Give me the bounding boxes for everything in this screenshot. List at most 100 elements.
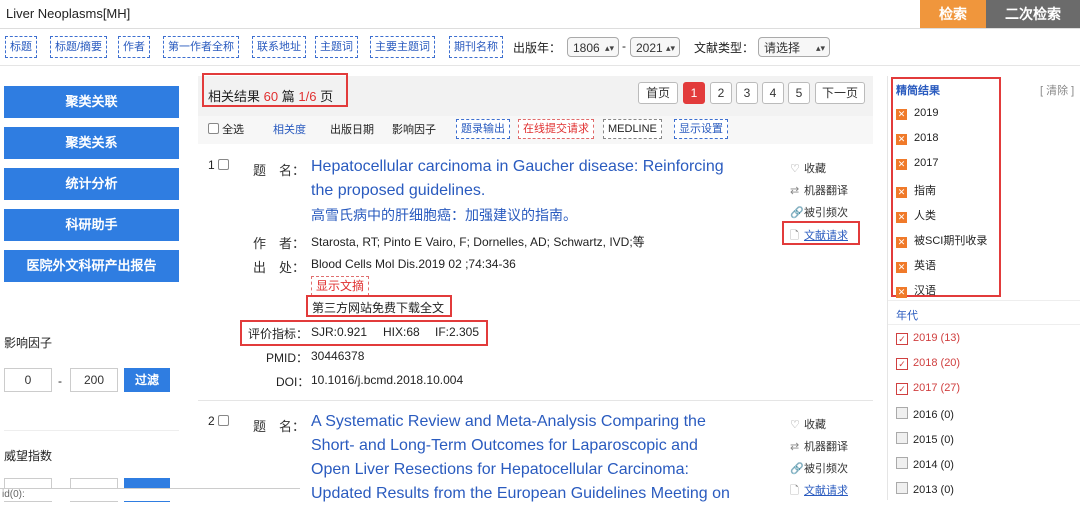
checkbox-checked[interactable]: ✓ [896,333,908,345]
remove-icon[interactable]: ✕ [896,237,907,248]
checkbox[interactable] [208,123,219,134]
checkbox[interactable] [896,482,908,494]
status-bar: id(0): [0,488,300,501]
field-tag-major-subject[interactable]: 主要主题词 [370,36,435,58]
sort-pubdate[interactable]: 出版日期 [330,121,374,137]
author-label: 作 者： [253,236,306,251]
favorite-action[interactable]: ♡ 收藏 [790,160,826,176]
remove-icon[interactable]: ✕ [896,159,907,170]
sort-impact[interactable]: 影响因子 [392,121,436,137]
field-tag-subject[interactable]: 主题词 [315,36,358,58]
checkbox[interactable] [896,407,908,419]
field-tag-title-abstract[interactable]: 标题/摘要 [50,36,108,58]
field-tag-address[interactable]: 联系地址 [252,36,306,58]
hix-value: HIX:68 [383,325,420,339]
prestige-index-label: 威望指数 [4,449,53,463]
document-request-link[interactable]: 🗋 文献请求 [790,227,848,246]
research-assistant-button[interactable]: 科研助手 [4,209,179,241]
year-to-select[interactable]: 2021 ▴▾ [630,37,680,57]
remove-icon[interactable]: ✕ [896,262,907,273]
remove-icon[interactable]: ✕ [896,109,907,120]
translate-action[interactable]: ⇄ 机器翻译 [790,182,848,198]
pmid-label: PMID： [266,351,309,365]
pager-page-5[interactable]: 5 [788,82,810,104]
year-filter-2013[interactable]: 2013 (0) [896,482,954,496]
sort-relevance[interactable]: 相关度 [273,121,306,137]
pager-page-4[interactable]: 4 [762,82,784,104]
refine-item-sci[interactable]: ✕ 被SCI期刊收录 [896,232,987,248]
checkbox[interactable] [896,432,908,444]
search-query-input[interactable]: Liver Neoplasms[MH] [6,6,130,21]
checkbox-checked[interactable]: ✓ [896,358,908,370]
pager-first[interactable]: 首页 [638,82,678,104]
translate-action[interactable]: ⇄ 机器翻译 [790,438,848,454]
year-filter-2016[interactable]: 2016 (0) [896,407,954,421]
refine-item-2018[interactable]: ✕ 2018 [896,132,938,145]
submit-request-button[interactable]: 在线提交请求 [518,119,594,139]
secondary-search-button[interactable]: 二次检索 [986,0,1080,28]
year-range-dash: - [622,39,626,53]
checkbox[interactable] [218,415,230,426]
clear-filters-link[interactable]: [ 清除 ] [1040,82,1074,98]
pager-page-3[interactable]: 3 [736,82,758,104]
record-1-number[interactable]: 1 [208,158,230,172]
document-request-link[interactable]: 🗋 文献请求 [790,482,848,501]
refine-item-2017[interactable]: ✕ 2017 [896,157,938,170]
cluster-association-button[interactable]: 聚类关联 [4,86,179,118]
checkbox[interactable] [896,457,908,469]
refine-item-2019[interactable]: ✕ 2019 [896,107,938,120]
field-tag-first-author[interactable]: 第一作者全称 [163,36,239,58]
favorite-action[interactable]: ♡ 收藏 [790,416,826,432]
year-filter-2019[interactable]: ✓ 2019 (13) [896,332,960,345]
year-filter-2018[interactable]: ✓ 2018 (20) [896,357,960,370]
record-1-title[interactable]: Hepatocellular carcinoma in Gaucher dise… [311,155,751,227]
show-abstract-button[interactable]: 显示文摘 [311,276,370,296]
statistics-button[interactable]: 统计分析 [4,168,179,200]
swap-icon: ⇄ [790,441,800,453]
export-button[interactable]: 题录输出 [456,119,510,139]
record-2-title[interactable]: A Systematic Review and Meta-Analysis Co… [311,410,751,506]
remove-icon[interactable]: ✕ [896,134,907,145]
record-1-doi[interactable]: 10.1016/j.bcmd.2018.10.004 [311,373,463,387]
if-value: IF:2.305 [435,325,480,339]
cluster-relation-button[interactable]: 聚类关系 [4,127,179,159]
type-select[interactable]: 请选择 ▴▾ [758,37,830,57]
display-settings-button[interactable]: 显示设置 [674,119,728,139]
field-tag-author[interactable]: 作者 [118,36,150,58]
year-from-select[interactable]: 1806 ▴▾ [567,37,619,57]
year-filter-2015[interactable]: 2015 (0) [896,432,954,446]
record-2-number[interactable]: 2 [208,414,230,428]
refine-item-chinese[interactable]: ✕ 汉语 [896,282,936,298]
remove-icon[interactable]: ✕ [896,287,907,298]
field-tag-journal[interactable]: 期刊名称 [449,36,503,58]
cited-action[interactable]: 🔗被引频次 [790,204,848,220]
checkbox[interactable] [218,159,230,170]
swap-icon: ⇄ [790,185,800,197]
hospital-report-button[interactable]: 医院外文科研产出报告 [4,250,179,282]
cited-action[interactable]: 🔗被引频次 [790,460,848,476]
field-tag-title[interactable]: 标题 [5,36,37,58]
heart-icon: ♡ [790,163,800,175]
pager-page-2[interactable]: 2 [710,82,732,104]
search-button[interactable]: 检索 [920,0,986,28]
pager-page-1[interactable]: 1 [683,82,705,104]
metrics-label: 评价指标： [248,327,309,341]
remove-icon[interactable]: ✕ [896,187,907,198]
pager-next[interactable]: 下一页 [815,82,865,104]
refine-item-english[interactable]: ✕ 英语 [896,257,936,273]
filter-button[interactable]: 过滤 [124,368,170,392]
year-filter-2014[interactable]: 2014 (0) [896,457,954,471]
free-download-link[interactable]: 第三方网站免费下载全文 [306,295,452,317]
refine-item-human[interactable]: ✕ 人类 [896,207,936,223]
refine-item-guideline[interactable]: ✕ 指南 [896,182,936,198]
field-bar: 标题 标题/摘要 作者 第一作者全称 联系地址 主题词 主要主题词 期刊名称 出… [0,29,1080,66]
medline-button[interactable]: MEDLINE [603,119,662,139]
divider [888,300,1080,301]
year-filter-2017[interactable]: ✓ 2017 (27) [896,382,960,395]
updown-icon: ▴▾ [604,43,614,53]
impact-max-input[interactable]: 200 [70,368,118,392]
select-all[interactable]: 全选 [208,121,244,137]
checkbox-checked[interactable]: ✓ [896,383,908,395]
remove-icon[interactable]: ✕ [896,212,907,223]
impact-min-input[interactable]: 0 [4,368,52,392]
